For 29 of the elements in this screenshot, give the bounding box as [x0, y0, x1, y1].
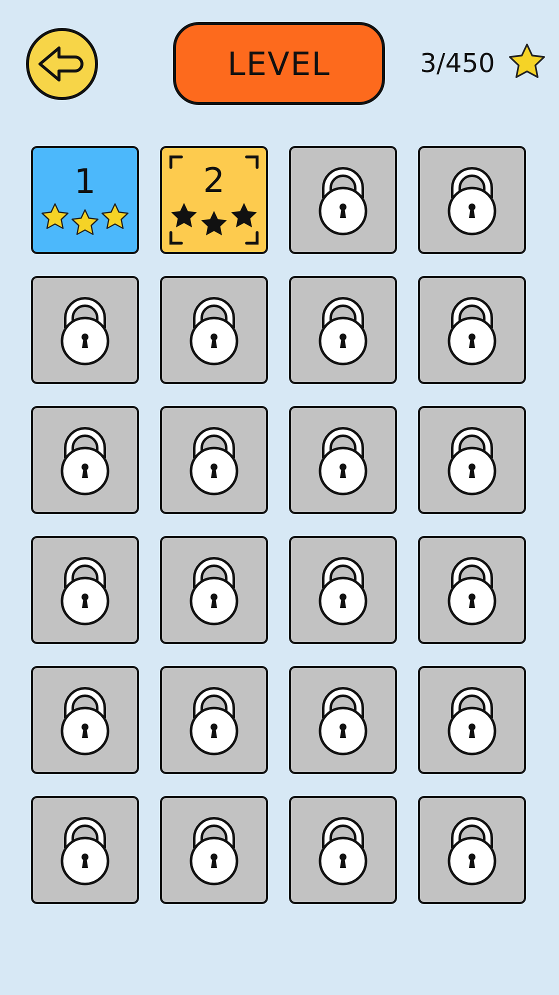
locked-level-button[interactable] [160, 406, 268, 514]
locked-level-button[interactable] [289, 406, 397, 514]
locked-level-button[interactable] [31, 796, 139, 904]
locked-level-button[interactable] [289, 276, 397, 384]
star-icon [100, 202, 130, 232]
locked-level-button[interactable] [289, 666, 397, 774]
level-button[interactable]: 1 [31, 146, 139, 254]
locked-level-button[interactable] [160, 796, 268, 904]
locked-level-button[interactable] [418, 536, 526, 644]
star-icon [70, 208, 100, 238]
locked-level-button[interactable] [160, 276, 268, 384]
locked-level-button[interactable] [160, 536, 268, 644]
locked-level-button[interactable] [418, 406, 526, 514]
locked-level-button[interactable] [289, 796, 397, 904]
frame-corners-icon [168, 154, 260, 246]
locked-level-button[interactable] [31, 666, 139, 774]
locked-level-button[interactable] [418, 666, 526, 774]
level-button[interactable]: 2 [160, 146, 268, 254]
locked-level-button[interactable] [418, 146, 526, 254]
locked-level-button[interactable] [418, 276, 526, 384]
locked-level-button[interactable] [289, 146, 397, 254]
locked-level-button[interactable] [31, 536, 139, 644]
locked-level-button[interactable] [160, 666, 268, 774]
locked-level-button[interactable] [289, 536, 397, 644]
level-title: LEVEL [173, 22, 385, 105]
locked-level-button[interactable] [418, 796, 526, 904]
locked-level-button[interactable] [31, 276, 139, 384]
star-icon [40, 202, 70, 232]
locked-level-button[interactable] [31, 406, 139, 514]
